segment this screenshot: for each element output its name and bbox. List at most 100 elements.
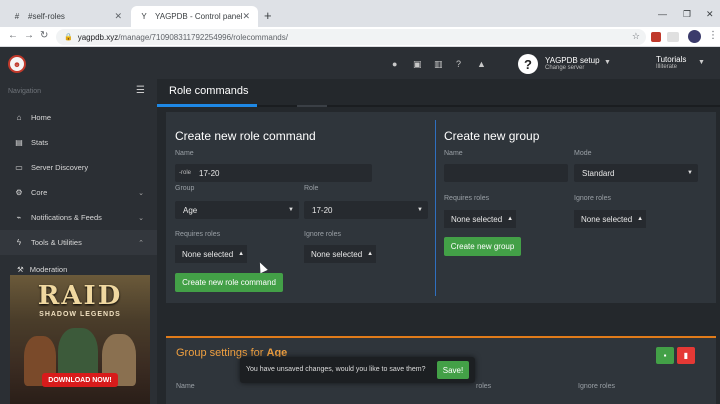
sidebar-subitem-moderation[interactable]: ⚒ Moderation — [17, 265, 68, 274]
chevron-down-icon[interactable]: ▼ — [698, 59, 705, 66]
back-icon[interactable]: ← — [8, 30, 18, 41]
tab-close-icon[interactable]: ✕ — [242, 11, 250, 22]
sidebar-item-tools[interactable]: ϟ Tools & Utilities ⌃ — [0, 230, 157, 255]
browser-menu-icon[interactable]: ⋮ — [708, 30, 718, 41]
create-group-heading: Create new group — [444, 129, 540, 143]
column-header-ignore-roles: Ignore roles — [578, 383, 615, 390]
discord-icon[interactable]: ▣ — [413, 59, 422, 70]
ad-download-button[interactable]: DOWNLOAD NOW! — [42, 373, 118, 387]
column-header-name: Name — [176, 383, 195, 390]
address-bar[interactable]: 🔒 yagpdb.xyz /manage/710908311792254996/… — [56, 29, 646, 45]
caret-down-icon: ▼ — [288, 207, 294, 213]
warning-icon[interactable]: ▲ — [477, 59, 486, 69]
group-select[interactable]: Age ▼ — [175, 201, 299, 219]
sidebar-item-home[interactable]: ⌂ Home — [0, 105, 157, 130]
chevron-down-icon: ▼ — [604, 59, 611, 66]
ad-title: RAID — [37, 281, 123, 311]
reload-icon[interactable]: ↻ — [40, 30, 48, 41]
caret-up-icon: ▲ — [507, 216, 514, 222]
command-prefix: -role — [179, 170, 192, 176]
create-group-button[interactable]: Create new group — [444, 237, 521, 256]
tab-title: YAGPDB - Control panel — [155, 12, 243, 21]
tutorials-link[interactable]: Tutorials — [656, 55, 686, 64]
save-group-icon[interactable]: ▪ — [656, 347, 674, 364]
tab-underline — [297, 105, 327, 107]
role-label: Role — [304, 185, 319, 192]
group-ignore-roles-multiselect[interactable]: None selected ▲ — [574, 210, 646, 228]
requires-roles-multiselect[interactable]: None selected ▲ — [175, 245, 247, 263]
mode-select[interactable]: Standard ▼ — [574, 164, 698, 182]
tab-title: #self-roles — [28, 12, 65, 21]
sidebar-item-core[interactable]: ⚙ Core ⌄ — [0, 180, 157, 205]
browser-tab-yagpdb[interactable]: Y YAGPDB - Control panel ✕ — [131, 6, 258, 27]
sidebar-item-label: Server Discovery — [31, 163, 89, 172]
server-selector[interactable]: ? YAGPDB setup Change server ▼ — [518, 54, 618, 76]
profile-avatar[interactable] — [688, 30, 701, 43]
new-tab-icon[interactable]: + — [264, 9, 272, 22]
sidebar-item-notifications[interactable]: ⌁ Notifications & Feeds ⌄ — [0, 205, 157, 230]
unsaved-changes-toast: You have unsaved changes, would you like… — [240, 357, 475, 383]
app-header: ☻ ● ▣ ▥ ? ▲ ? YAGPDB setup Change server… — [0, 48, 720, 79]
minimize-icon[interactable]: — — [658, 9, 667, 19]
bolt-icon: ϟ — [16, 238, 22, 247]
group-requires-roles-multiselect[interactable]: None selected ▲ — [444, 210, 516, 228]
chevron-down-icon: ⌄ — [138, 214, 144, 222]
group-value: Age — [183, 205, 198, 215]
user-name: Illiterate — [656, 64, 678, 70]
rss-icon: ⌁ — [16, 213, 22, 222]
change-server-label: Change server — [545, 65, 585, 71]
extension-icon[interactable] — [651, 32, 661, 42]
advertisement-banner[interactable]: RAID SHADOW LEGENDS DOWNLOAD NOW! — [10, 275, 150, 404]
menu-toggle-icon[interactable]: ☰ — [136, 85, 145, 96]
sidebar-subitem-label: Moderation — [29, 265, 68, 274]
discord-favicon-icon: # — [14, 12, 20, 21]
extension-icon[interactable] — [667, 32, 679, 42]
tab-close-icon[interactable]: ✕ — [114, 11, 122, 22]
window-close-icon[interactable]: ✕ — [706, 9, 714, 20]
command-name-value: 17-20 — [199, 168, 220, 178]
active-tab-underline — [157, 104, 257, 107]
page-title: Role commands — [169, 85, 249, 97]
requires-roles-label: Requires roles — [175, 231, 221, 238]
docs-icon[interactable]: ▥ — [434, 59, 443, 70]
group-label: Group — [175, 185, 195, 192]
create-panel: Create new role command Name -role 17-20… — [166, 112, 716, 303]
group-name-input[interactable] — [444, 164, 568, 182]
ad-subtitle: SHADOW LEGENDS — [39, 311, 121, 318]
ignore-roles-value: None selected — [311, 249, 363, 259]
delete-group-icon[interactable]: ▮ — [677, 347, 695, 364]
yagpdb-favicon-icon: Y — [141, 12, 147, 21]
group-requires-roles-label: Requires roles — [444, 195, 490, 202]
sidebar-item-label: Home — [31, 113, 52, 122]
caret-up-icon: ▲ — [637, 216, 644, 222]
restore-icon[interactable]: ❐ — [683, 9, 691, 20]
home-icon: ⌂ — [16, 113, 22, 122]
stats-icon: ▤ — [15, 138, 23, 147]
sidebar-item-server-discovery[interactable]: ▭ Server Discovery — [0, 155, 157, 180]
group-ignore-roles-label: Ignore roles — [574, 195, 611, 202]
role-select[interactable]: 17-20 ▼ — [304, 201, 428, 219]
save-button[interactable]: Save! — [437, 361, 469, 379]
ignore-roles-multiselect[interactable]: None selected ▲ — [304, 245, 376, 263]
lock-icon: 🔒 — [64, 34, 73, 41]
lightbulb-icon[interactable]: ● — [392, 59, 397, 69]
caret-up-icon: ▲ — [367, 251, 374, 257]
hammer-icon: ⚒ — [17, 265, 24, 274]
yagpdb-logo[interactable]: ☻ — [8, 55, 26, 73]
main-content: Role commands Create new role command Na… — [157, 79, 720, 404]
browser-toolbar: ← → ↻ 🔒 yagpdb.xyz /manage/7109083117922… — [0, 27, 720, 47]
create-role-command-button[interactable]: Create new role command — [175, 273, 283, 292]
caret-down-icon: ▼ — [687, 170, 693, 176]
help-icon[interactable]: ? — [456, 59, 461, 69]
url-host: yagpdb.xyz — [77, 32, 119, 42]
role-value: 17-20 — [312, 205, 333, 215]
mode-value: Standard — [582, 168, 615, 178]
bookmark-star-icon[interactable]: ☆ — [632, 31, 640, 42]
browser-tab-self-roles[interactable]: # #self-roles ✕ — [4, 6, 130, 27]
sidebar-item-stats[interactable]: ▤ Stats — [0, 130, 157, 155]
forward-icon[interactable]: → — [24, 30, 34, 41]
browser-tabbar: # #self-roles ✕ Y YAGPDB - Control panel… — [0, 0, 720, 27]
mode-label: Mode — [574, 150, 592, 157]
command-name-input[interactable]: -role 17-20 — [175, 164, 372, 182]
group-ignore-roles-value: None selected — [581, 214, 633, 224]
